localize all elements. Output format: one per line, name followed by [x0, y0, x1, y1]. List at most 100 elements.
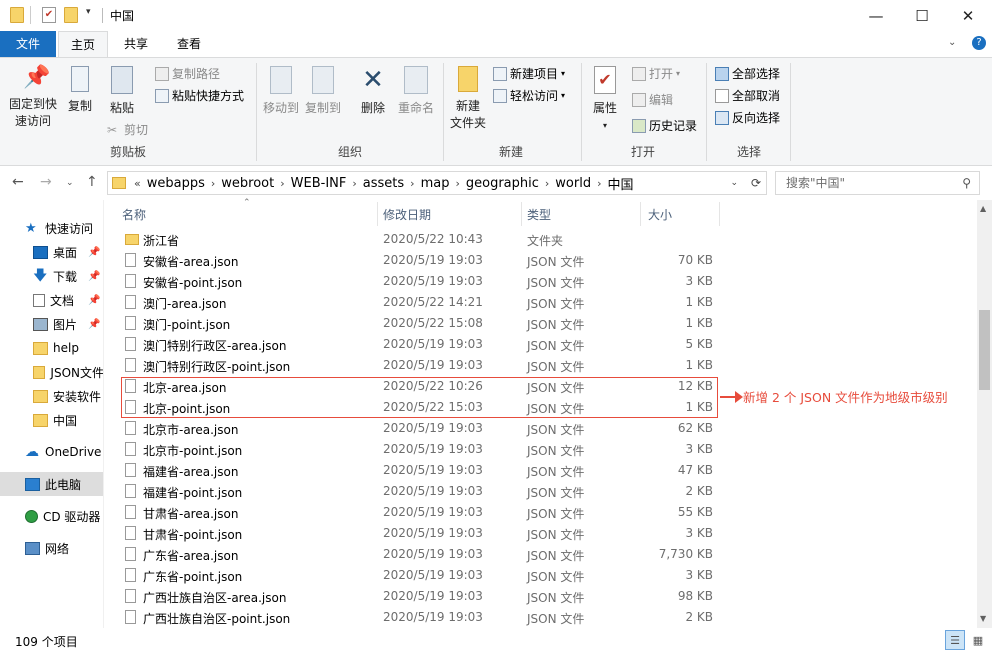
edit-button[interactable]: 编辑 [632, 91, 673, 108]
maximize-button[interactable]: ☐ [899, 0, 945, 31]
search-input[interactable]: 搜索"中国" ⚲ [775, 171, 980, 195]
nav-network[interactable]: 网络 [0, 536, 103, 560]
breadcrumb-overflow[interactable]: « [134, 177, 141, 190]
scroll-down-icon[interactable]: ▼ [980, 614, 986, 623]
file-row[interactable]: 北京市-area.json 2020/5/19 19:03 JSON 文件 62… [105, 418, 977, 439]
file-row[interactable]: 福建省-point.json 2020/5/19 19:03 JSON 文件 2… [105, 481, 977, 502]
minimize-button[interactable]: — [853, 0, 899, 31]
new-folder-qat-icon[interactable] [64, 7, 78, 23]
breadcrumb-item[interactable]: map [421, 176, 450, 191]
column-header-type[interactable]: 类型 [527, 206, 551, 223]
select-none-button[interactable]: 全部取消 [715, 87, 780, 104]
select-all-button[interactable]: 全部选择 [715, 65, 780, 82]
vertical-scrollbar[interactable]: ▲ ▼ [977, 200, 992, 628]
file-row[interactable]: 浙江省 2020/5/22 10:43 文件夹 [105, 229, 977, 250]
file-row[interactable]: 广东省-area.json 2020/5/19 19:03 JSON 文件 7,… [105, 544, 977, 565]
file-row[interactable]: 澳门-point.json 2020/5/22 15:08 JSON 文件 1 … [105, 313, 977, 334]
back-arrow-icon[interactable]: ← [12, 174, 24, 190]
file-row[interactable]: 广西壮族自治区-point.json 2020/5/19 19:03 JSON … [105, 607, 977, 628]
address-dropdown-icon[interactable]: ⌄ [730, 178, 738, 188]
breadcrumb-item[interactable]: assets [363, 176, 404, 191]
file-row[interactable]: 甘肃省-area.json 2020/5/19 19:03 JSON 文件 55… [105, 502, 977, 523]
chevron-right-icon[interactable]: › [352, 177, 356, 190]
nav-folder-install[interactable]: 安装软件 [0, 384, 103, 408]
breadcrumb-item[interactable]: geographic [466, 176, 539, 191]
nav-documents[interactable]: 文档 📌 [0, 288, 103, 312]
file-row[interactable]: 澳门特别行政区-point.json 2020/5/19 19:03 JSON … [105, 355, 977, 376]
breadcrumb-item[interactable]: webroot [221, 176, 274, 191]
copy-to-button[interactable]: 复制到 [303, 66, 343, 117]
collapse-ribbon-icon[interactable]: ⌄ [948, 37, 956, 48]
breadcrumb-item[interactable]: WEB-INF [291, 176, 347, 191]
file-row[interactable]: 安徽省-area.json 2020/5/19 19:03 JSON 文件 70… [105, 250, 977, 271]
file-row[interactable]: 福建省-area.json 2020/5/19 19:03 JSON 文件 47… [105, 460, 977, 481]
properties-qat-icon[interactable]: ✔ [42, 7, 56, 23]
file-row[interactable]: 甘肃省-point.json 2020/5/19 19:03 JSON 文件 3… [105, 523, 977, 544]
help-icon[interactable]: ? [972, 36, 986, 50]
file-row[interactable]: 北京市-point.json 2020/5/19 19:03 JSON 文件 3… [105, 439, 977, 460]
open-button[interactable]: 打开 ▾ [632, 65, 680, 82]
invert-selection-button[interactable]: 反向选择 [715, 109, 780, 126]
new-item-button[interactable]: 新建项目 ▾ [493, 65, 565, 82]
details-view-icon[interactable]: ☰ [945, 630, 965, 650]
nav-quick-access[interactable]: ★ 快速访问 [0, 216, 103, 240]
new-folder-button[interactable]: 新建 文件夹 [448, 66, 488, 132]
column-header-date[interactable]: 修改日期 [383, 206, 431, 223]
nav-folder-help[interactable]: help [0, 336, 103, 360]
chevron-right-icon[interactable]: › [410, 177, 414, 190]
nav-downloads[interactable]: 🡇 下载 📌 [0, 264, 103, 288]
chevron-right-icon[interactable]: › [211, 177, 215, 190]
pin-quick-access-button[interactable]: 📌 固定到快 速访问 [6, 66, 60, 130]
divider[interactable] [521, 202, 522, 226]
file-row[interactable]: 安徽省-point.json 2020/5/19 19:03 JSON 文件 3… [105, 271, 977, 292]
column-header-size[interactable]: 大小 [648, 206, 672, 223]
file-row[interactable]: 澳门特别行政区-area.json 2020/5/19 19:03 JSON 文… [105, 334, 977, 355]
qat-dropdown-icon[interactable]: ▾ [86, 7, 100, 23]
chevron-right-icon[interactable]: › [280, 177, 284, 190]
file-row[interactable]: 澳门-area.json 2020/5/22 14:21 JSON 文件 1 K… [105, 292, 977, 313]
tab-home[interactable]: 主页 [58, 31, 108, 58]
recent-locations-icon[interactable]: ⌄ [66, 178, 74, 188]
copy-path-button[interactable]: 复制路径 [155, 65, 220, 82]
delete-button[interactable]: ✕ 删除 [355, 66, 391, 117]
nav-this-pc[interactable]: 此电脑 [0, 472, 103, 496]
tab-view[interactable]: 查看 [164, 31, 214, 57]
history-button[interactable]: 历史记录 [632, 117, 697, 134]
nav-onedrive[interactable]: ☁ OneDrive [0, 440, 103, 464]
rename-button[interactable]: 重命名 [395, 66, 437, 117]
paste-shortcut-button[interactable]: 粘贴快捷方式 [155, 87, 244, 104]
divider[interactable] [640, 202, 641, 226]
move-to-button[interactable]: 移动到 [261, 66, 301, 117]
file-row[interactable]: 广西壮族自治区-area.json 2020/5/19 19:03 JSON 文… [105, 586, 977, 607]
chevron-right-icon[interactable]: › [545, 177, 549, 190]
breadcrumb-item[interactable]: world [555, 176, 591, 191]
nav-pictures[interactable]: 图片 📌 [0, 312, 103, 336]
divider[interactable] [719, 202, 720, 226]
copy-button[interactable]: 复制 [62, 66, 98, 115]
close-button[interactable]: ✕ [945, 0, 991, 31]
refresh-icon[interactable]: ⟳ [745, 171, 767, 195]
nav-desktop[interactable]: 桌面 📌 [0, 240, 103, 264]
nav-cd-drive[interactable]: CD 驱动器 [0, 504, 103, 528]
tab-share[interactable]: 共享 [112, 31, 160, 57]
properties-button[interactable]: ✔ 属性 ▾ [586, 66, 624, 134]
divider[interactable] [377, 202, 378, 226]
breadcrumb-item[interactable]: 中国 [608, 174, 634, 193]
address-bar[interactable]: « webapps › webroot › WEB-INF › assets › map… [107, 171, 767, 195]
file-row[interactable]: 广东省-point.json 2020/5/19 19:03 JSON 文件 3… [105, 565, 977, 586]
large-icons-view-icon[interactable]: ▦ [968, 630, 988, 650]
column-header-name[interactable]: 名称 [122, 206, 146, 223]
breadcrumb-item[interactable]: webapps [147, 176, 205, 191]
chevron-right-icon[interactable]: › [597, 177, 601, 190]
nav-folder-json[interactable]: JSON文件 [0, 360, 103, 384]
up-arrow-icon[interactable]: ↑ [86, 174, 98, 190]
chevron-right-icon[interactable]: › [455, 177, 459, 190]
scrollbar-thumb[interactable] [979, 310, 990, 390]
scroll-up-icon[interactable]: ▲ [980, 204, 986, 213]
cut-button[interactable]: ✂ 剪切 [107, 121, 148, 138]
nav-folder-china[interactable]: 中国 [0, 408, 103, 432]
tab-file[interactable]: 文件 [0, 31, 56, 57]
paste-button[interactable]: 粘贴 [102, 66, 142, 117]
easy-access-button[interactable]: 轻松访问 ▾ [493, 87, 565, 104]
forward-arrow-icon[interactable]: → [40, 174, 52, 190]
